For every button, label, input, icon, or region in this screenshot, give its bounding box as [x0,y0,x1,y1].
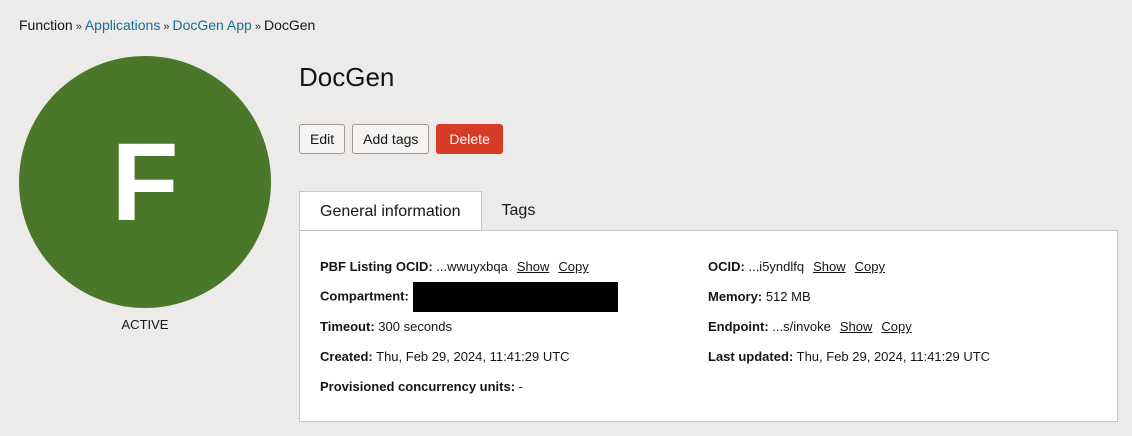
endpoint-row: Endpoint: ...s/invoke Show Copy [708,319,912,334]
tab-tags[interactable]: Tags [482,191,556,231]
page-title: DocGen [299,62,395,92]
breadcrumb-current: DocGen [263,17,316,33]
breadcrumb: Function» Applications» DocGen App» DocGen [19,17,315,33]
show-link[interactable]: Show [517,259,550,274]
timeout-row: Timeout: 300 seconds [320,319,452,334]
breadcrumb-applications[interactable]: Applications [85,17,161,33]
compartment-row: Compartment: [320,282,618,312]
breadcrumb-function: Function [19,17,73,33]
tab-general-information[interactable]: General information [299,191,482,231]
add-tags-button[interactable]: Add tags [352,124,430,154]
copy-link[interactable]: Copy [558,259,588,274]
value: ...s/invoke [772,319,831,334]
value: Thu, Feb 29, 2024, 11:41:29 UTC [796,349,991,364]
concurrency-row: Provisioned concurrency units: - [320,379,523,394]
value: ...i5yndlfq [748,259,805,274]
label: Last updated: [708,349,794,364]
breadcrumb-app[interactable]: DocGen App [172,17,251,33]
chevron-double-right-icon: » [163,21,170,33]
action-bar: Edit Add tags Delete [299,124,503,154]
status-label: ACTIVE [121,317,169,332]
value: - [518,379,524,394]
show-link[interactable]: Show [840,319,873,334]
edit-button[interactable]: Edit [299,124,346,154]
general-information-panel: PBF Listing OCID: ...wwuyxbqa Show Copy Co… [299,230,1118,422]
pbf-ocid-row: PBF Listing OCID: ...wwuyxbqa Show Copy [320,259,589,274]
label: Endpoint: [708,319,769,334]
label: Memory: [708,289,763,304]
label: PBF Listing OCID: [320,259,433,274]
label: Created: [320,349,373,364]
copy-link[interactable]: Copy [881,319,911,334]
chevron-double-right-icon: » [254,21,261,33]
delete-button[interactable]: Delete [436,124,503,154]
ocid-row: OCID: ...i5yndlfq Show Copy [708,259,885,274]
show-link[interactable]: Show [813,259,846,274]
value: ...wwuyxbqa [436,259,508,274]
function-avatar: F [19,56,271,308]
redacted-compartment [412,282,618,312]
value: Thu, Feb 29, 2024, 11:41:29 UTC [376,349,570,364]
copy-link[interactable]: Copy [855,259,885,274]
value: 512 MB [765,289,811,304]
label: Timeout: [320,319,375,334]
label: OCID: [708,259,745,274]
last-updated-row: Last updated: Thu, Feb 29, 2024, 11:41:2… [708,349,990,364]
tab-bar: General information Tags [299,191,555,231]
chevron-double-right-icon: » [75,21,82,33]
created-row: Created: Thu, Feb 29, 2024, 11:41:29 UTC [320,349,570,364]
value: 300 seconds [378,319,453,334]
label: Compartment: [320,288,409,304]
memory-row: Memory: 512 MB [708,289,811,304]
label: Provisioned concurrency units: [320,379,516,394]
